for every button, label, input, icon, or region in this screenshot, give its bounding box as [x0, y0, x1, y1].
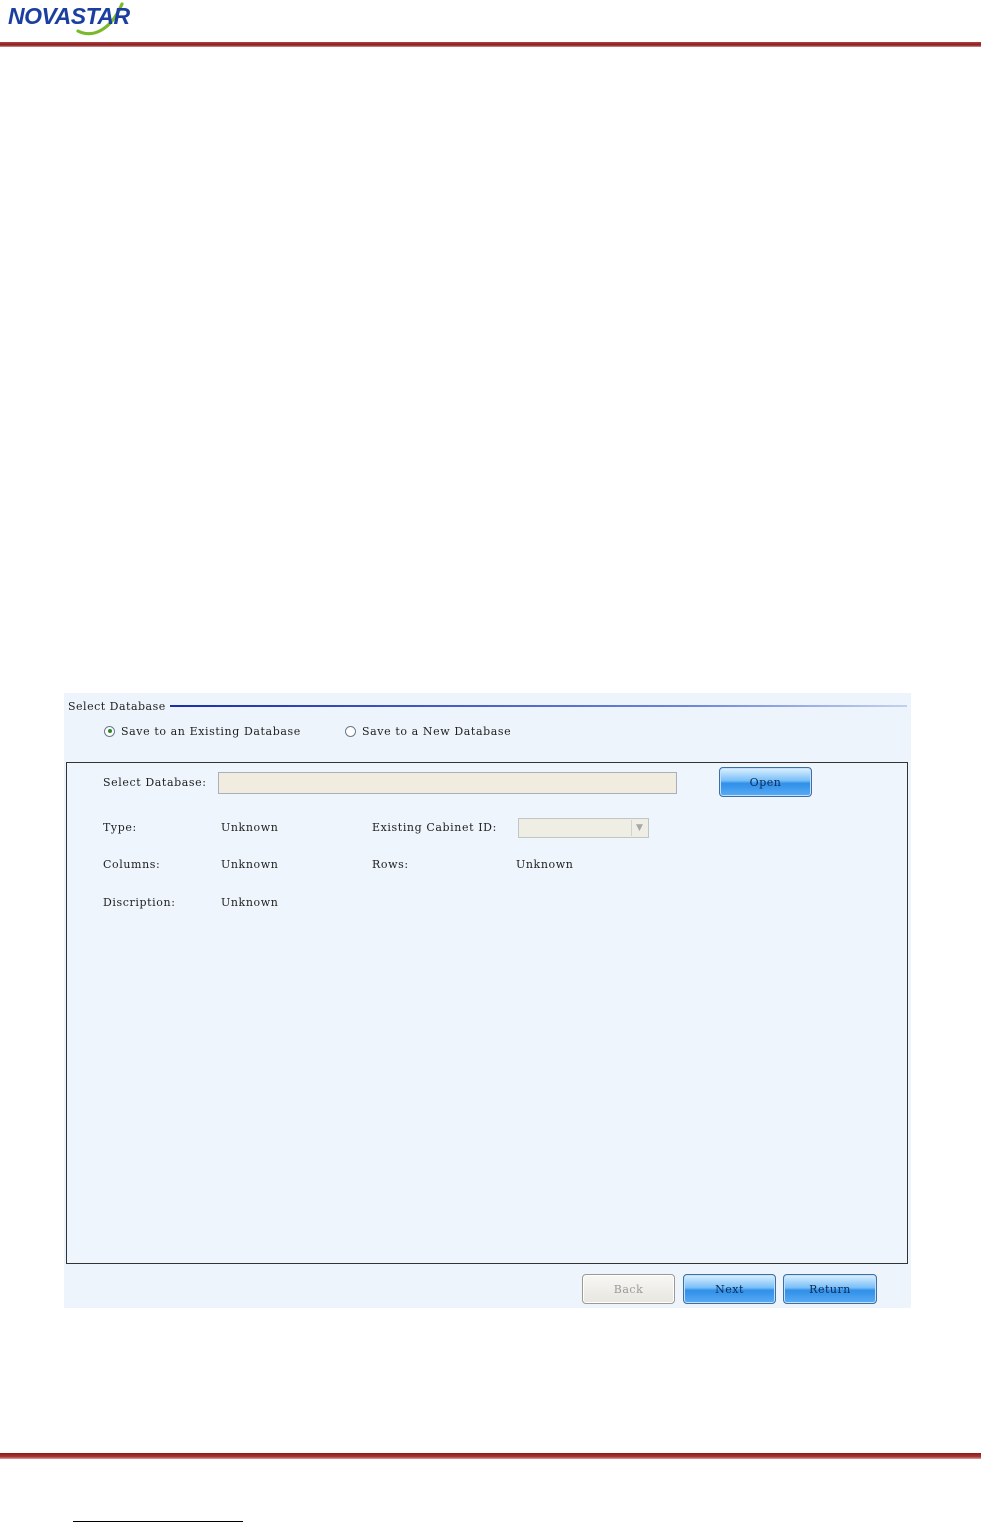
header-rule	[0, 42, 981, 47]
type-label: Type:	[103, 821, 137, 834]
database-info-panel: Select Database: Open Type: Unknown Exis…	[66, 762, 908, 1264]
radio-unselected-icon[interactable]	[345, 725, 356, 737]
group-header: Select Database	[68, 699, 907, 713]
footer-rule	[0, 1453, 981, 1459]
columns-value: Unknown	[221, 858, 279, 871]
open-button[interactable]: Open	[719, 767, 812, 797]
chevron-down-icon[interactable]: ▼	[631, 820, 647, 836]
rows-label: Rows:	[372, 858, 409, 871]
footer-link-underline	[73, 1521, 243, 1522]
group-title: Select Database	[68, 699, 166, 713]
cabinet-id-select[interactable]: ▼	[518, 818, 649, 838]
group-title-divider	[169, 705, 907, 707]
novastar-logo-graphic: NOVASTAR	[8, 2, 131, 36]
select-database-label: Select Database:	[103, 776, 207, 789]
database-path-field[interactable]	[218, 772, 677, 794]
back-button[interactable]: Back	[582, 1274, 675, 1304]
columns-label: Columns:	[103, 858, 161, 871]
dialog-button-bar: Back Next Return	[64, 1267, 911, 1308]
radio-save-existing[interactable]: Save to an Existing Database	[104, 723, 301, 739]
cabinet-id-label: Existing Cabinet ID:	[372, 821, 497, 834]
novastar-logo: NOVASTAR	[6, 0, 196, 36]
select-database-dialog: Select Database Save to an Existing Data…	[64, 693, 911, 1308]
next-button[interactable]: Next	[683, 1274, 776, 1304]
rows-value: Unknown	[516, 858, 574, 871]
radio-save-existing-label: Save to an Existing Database	[121, 724, 301, 738]
radio-selected-icon[interactable]	[104, 725, 115, 737]
description-value: Unknown	[221, 896, 279, 909]
description-label: Discription:	[103, 896, 176, 909]
return-button[interactable]: Return	[783, 1274, 877, 1304]
logo-wordmark: NOVASTAR	[8, 3, 131, 29]
radio-save-new-label: Save to a New Database	[362, 724, 512, 738]
radio-save-new[interactable]: Save to a New Database	[345, 723, 511, 739]
type-value: Unknown	[221, 821, 279, 834]
